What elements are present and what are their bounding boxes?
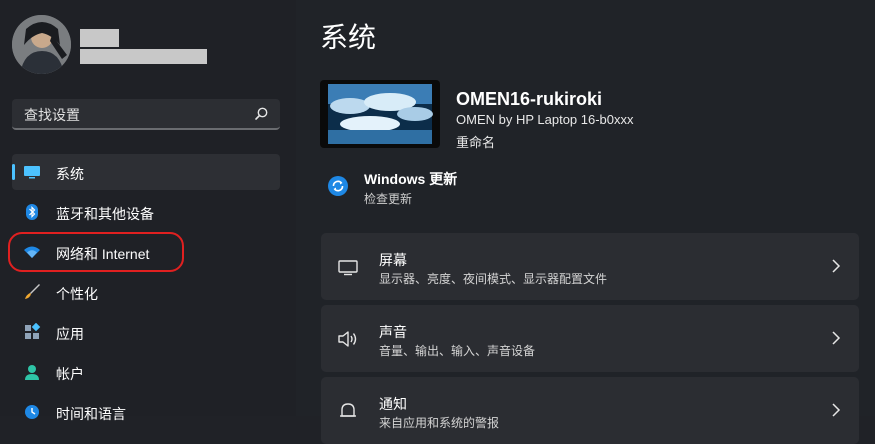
windows-update-status: 检查更新	[364, 192, 413, 206]
sidebar-item-label: 系统	[56, 166, 84, 182]
sidebar: 系统 蓝牙和其他设备 网络和 Internet 个性化 应用	[0, 0, 296, 422]
sidebar-item-time-language[interactable]: 时间和语言	[12, 394, 280, 430]
card-title: 屏幕	[379, 252, 407, 268]
monitor-icon	[24, 166, 40, 179]
sidebar-item-bluetooth[interactable]: 蓝牙和其他设备	[12, 194, 280, 230]
sidebar-item-system[interactable]: 系统	[12, 154, 280, 190]
sidebar-item-label: 蓝牙和其他设备	[56, 206, 154, 222]
bluetooth-icon	[26, 204, 38, 220]
user-email-redacted	[80, 49, 207, 64]
page-title: 系统	[320, 22, 377, 53]
card-subtitle: 来自应用和系统的警报	[379, 416, 500, 430]
avatar[interactable]	[12, 15, 71, 74]
windows-update-icon[interactable]	[328, 176, 348, 196]
card-subtitle: 音量、输出、输入、声音设备	[379, 344, 536, 358]
search-icon[interactable]	[252, 105, 270, 123]
chevron-right-icon	[832, 259, 841, 273]
sidebar-item-label: 应用	[56, 326, 84, 342]
bell-icon	[340, 403, 356, 417]
windows-update-title[interactable]: Windows 更新	[364, 169, 457, 189]
device-wallpaper-thumbnail	[320, 80, 440, 148]
card-title: 声音	[379, 324, 407, 340]
speaker-icon	[338, 331, 357, 347]
sidebar-item-label: 个性化	[56, 286, 98, 302]
chevron-right-icon	[832, 403, 841, 417]
settings-card-sound[interactable]: 声音 音量、输出、输入、声音设备	[321, 305, 859, 372]
device-model: OMEN by HP Laptop 16-b0xxx	[456, 112, 634, 127]
sidebar-item-personalization[interactable]: 个性化	[12, 274, 280, 310]
settings-card-notifications[interactable]: 通知 来自应用和系统的警报	[321, 377, 859, 444]
annotation-circle	[8, 232, 184, 272]
card-title: 通知	[379, 396, 407, 412]
settings-card-display[interactable]: 屏幕 显示器、亮度、夜间模式、显示器配置文件	[321, 233, 859, 300]
sidebar-item-apps[interactable]: 应用	[12, 314, 280, 350]
active-indicator	[12, 164, 15, 180]
person-icon	[25, 365, 39, 380]
rename-link[interactable]: 重命名	[456, 132, 495, 151]
user-name-redacted	[80, 29, 119, 47]
device-name: OMEN16-rukiroki	[456, 89, 603, 109]
sidebar-item-label: 帐户	[56, 366, 84, 382]
sidebar-item-accounts[interactable]: 帐户	[12, 354, 280, 390]
search-box[interactable]	[12, 99, 280, 130]
display-icon	[338, 260, 358, 276]
sidebar-item-label: 时间和语言	[56, 406, 126, 422]
card-subtitle: 显示器、亮度、夜间模式、显示器配置文件	[379, 272, 608, 286]
search-input[interactable]	[22, 104, 246, 126]
globe-clock-icon	[25, 405, 39, 419]
apps-icon	[25, 323, 41, 339]
chevron-right-icon	[832, 331, 841, 345]
brush-icon	[25, 284, 40, 299]
